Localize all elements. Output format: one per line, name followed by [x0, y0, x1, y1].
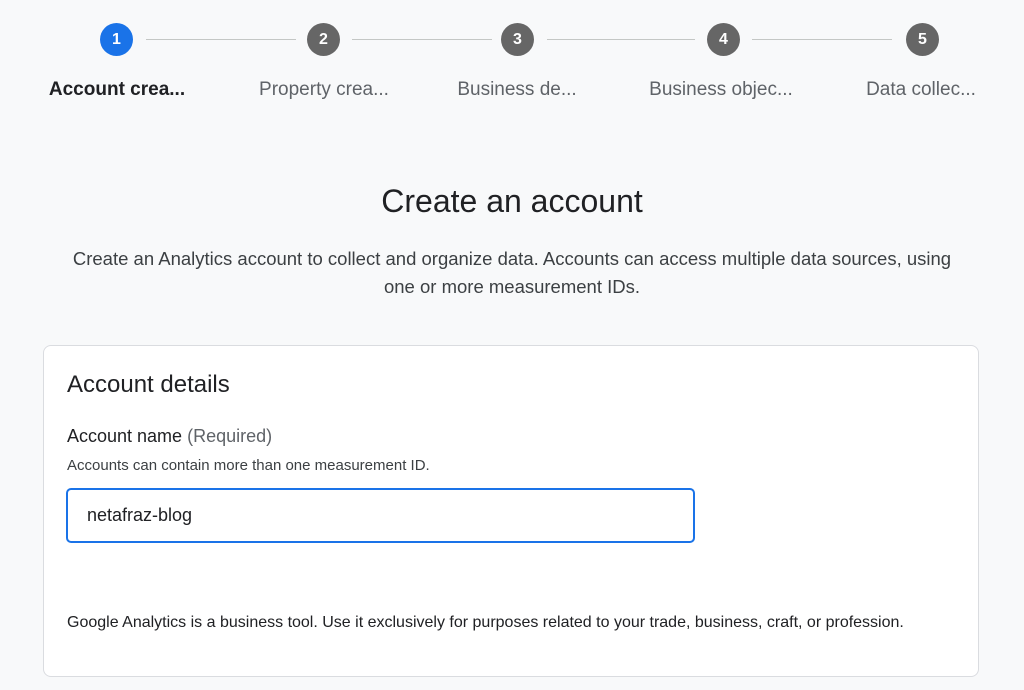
step-4-indicator: 4: [707, 23, 740, 56]
required-indicator: (Required): [187, 426, 273, 446]
step-1-indicator: 1: [100, 23, 133, 56]
step-1-label: Account crea...: [48, 79, 186, 100]
account-name-help: Accounts can contain more than one measu…: [67, 457, 430, 474]
setup-stepper: 1 2 3 4 5 Account crea... Property crea.…: [0, 0, 1024, 120]
step-connector: [352, 39, 492, 40]
step-3-label: Business de...: [457, 79, 577, 100]
page-title: Create an account: [381, 183, 643, 219]
account-name-label-text: Account name: [67, 426, 183, 446]
account-details-heading: Account details: [67, 371, 230, 398]
account-name-input[interactable]: [66, 488, 695, 543]
account-name-label: Account name (Required): [67, 424, 272, 448]
step-5-indicator: 5: [906, 23, 939, 56]
step-connector: [146, 39, 296, 40]
step-connector: [752, 39, 892, 40]
step-3-indicator: 3: [501, 23, 534, 56]
account-details-card: Account details Account name (Required) …: [43, 345, 979, 677]
step-4-label: Business objec...: [649, 79, 793, 100]
step-connector: [547, 39, 695, 40]
step-5-label: Data collec...: [866, 79, 976, 100]
business-tool-disclaimer: Google Analytics is a business tool. Use…: [67, 614, 904, 631]
step-2-indicator: 2: [307, 23, 340, 56]
page-subtitle: Create an Analytics account to collect a…: [72, 248, 952, 297]
step-2-label: Property crea...: [259, 79, 389, 100]
